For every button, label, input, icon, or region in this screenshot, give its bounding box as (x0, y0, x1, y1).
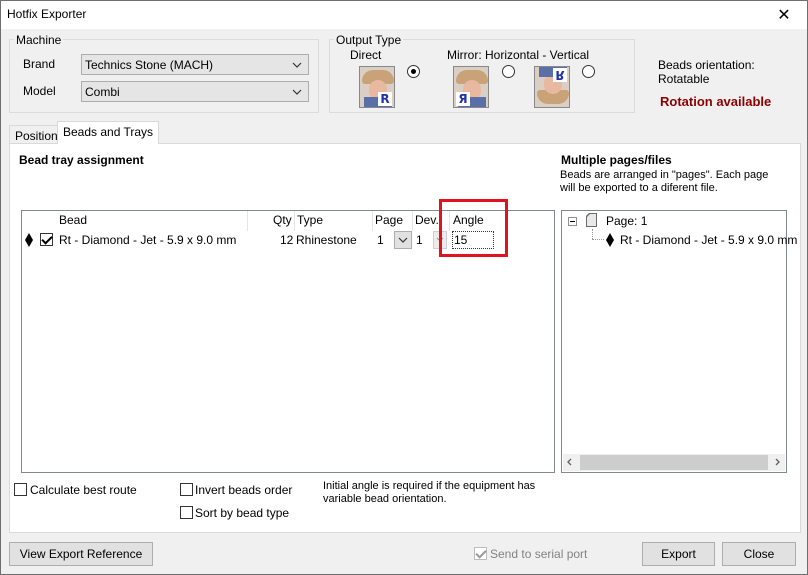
export-label: Export (661, 547, 696, 561)
tab-position-label: Position (15, 129, 58, 143)
direct-preview-image: R (359, 66, 395, 108)
rotation-status: Rotation available (660, 94, 772, 109)
invert-beads-order-label[interactable]: Invert beads order (195, 483, 292, 497)
column-header-qty[interactable]: Qty (273, 213, 292, 227)
mirror-vertical-radio[interactable] (582, 65, 595, 78)
model-label: Model (23, 84, 56, 98)
mirror-horizontal-preview-letter: Я (456, 92, 470, 106)
scrollbar-thumb[interactable] (580, 455, 768, 470)
brand-dropdown[interactable]: Technics Stone (MACH) (81, 54, 309, 75)
title-bar: Hotfix Exporter ✕ (1, 1, 807, 29)
column-header-type[interactable]: Type (297, 213, 323, 227)
export-button[interactable]: Export (642, 542, 715, 566)
close-label: Close (743, 547, 775, 561)
sort-by-bead-type-label[interactable]: Sort by bead type (195, 506, 289, 520)
output-type-group-label: Output Type (334, 33, 404, 47)
chevron-down-icon (292, 89, 302, 95)
chevron-down-icon (398, 237, 408, 243)
column-header-page[interactable]: Page (375, 213, 403, 227)
mirror-horizontal-radio[interactable] (502, 65, 515, 78)
scroll-left-icon[interactable] (565, 457, 575, 467)
scroll-right-icon[interactable] (772, 457, 782, 467)
direct-radio[interactable] (407, 65, 420, 78)
brand-value: Technics Stone (MACH) (85, 57, 214, 72)
diamond-bead-icon (606, 233, 614, 247)
page-dropdown-button[interactable] (394, 231, 412, 249)
multiple-pages-description: Beads are arranged in "pages". Each page… (560, 169, 769, 194)
tree-bead-label[interactable]: Rt - Diamond - Jet - 5.9 x 9.0 mm (620, 233, 797, 247)
page-cell: 1 (377, 233, 384, 247)
tab-position[interactable]: Position (9, 125, 64, 144)
close-window-button[interactable]: ✕ (761, 1, 807, 29)
pages-tree[interactable]: Page: 1 Rt - Diamond - Jet - 5.9 x 9.0 m… (561, 210, 797, 473)
tree-page-label[interactable]: Page: 1 (606, 214, 647, 228)
type-cell: Rhinestone (296, 233, 357, 247)
calculate-best-route-checkbox[interactable] (14, 483, 27, 496)
angle-highlight-box (439, 199, 508, 257)
send-to-serial-port-label[interactable]: Send to serial port (490, 547, 587, 561)
page-icon (586, 213, 597, 227)
beads-orientation-label: Beads orientation: Rotatable (658, 58, 755, 86)
model-dropdown[interactable]: Combi (81, 81, 309, 102)
mirror-label: Mirror: Horizontal - Vertical (447, 48, 590, 62)
mirror-vertical-preview-letter: R (553, 68, 567, 82)
bead-row-checkbox[interactable] (40, 233, 53, 246)
window-title: Hotfix Exporter (7, 7, 87, 21)
invert-beads-order-checkbox[interactable] (180, 483, 193, 496)
tab-beads-and-trays[interactable]: Beads and Trays (57, 121, 160, 144)
machine-group-label: Machine (14, 33, 64, 47)
bead-tray-heading: Bead tray assignment (19, 153, 144, 167)
view-export-reference-label: View Export Reference (19, 547, 143, 561)
model-value: Combi (85, 84, 120, 99)
calculate-best-route-label[interactable]: Calculate best route (30, 483, 137, 497)
qty-cell: 12 (280, 233, 294, 247)
direct-label: Direct (350, 48, 382, 62)
direct-preview-letter: R (378, 92, 392, 106)
multiple-pages-heading: Multiple pages/files (561, 153, 672, 167)
close-icon: ✕ (777, 7, 791, 24)
angle-note: Initial angle is required if the equipme… (323, 480, 536, 505)
column-header-bead[interactable]: Bead (59, 213, 87, 227)
chevron-down-icon (292, 62, 302, 68)
hotfix-exporter-window: Hotfix Exporter ✕ Machine Brand Technics… (0, 0, 808, 575)
sort-by-bead-type-checkbox[interactable] (180, 506, 193, 519)
dev-cell: 1 (416, 233, 423, 247)
collapse-toggle[interactable] (568, 217, 577, 226)
view-export-reference-button[interactable]: View Export Reference (9, 542, 153, 566)
bead-name-cell: Rt - Diamond - Jet - 5.9 x 9.0 mm (59, 233, 237, 247)
tab-beads-and-trays-label: Beads and Trays (63, 125, 154, 139)
mirror-vertical-preview-image: R (534, 66, 570, 108)
close-button[interactable]: Close (722, 542, 796, 566)
horizontal-scrollbar[interactable] (563, 454, 785, 471)
diamond-bead-icon (25, 233, 33, 247)
mirror-horizontal-preview-image: Я (453, 66, 489, 108)
send-to-serial-port-checkbox[interactable] (474, 547, 487, 560)
column-header-dev[interactable]: Dev. (415, 213, 439, 227)
brand-label: Brand (23, 57, 56, 71)
